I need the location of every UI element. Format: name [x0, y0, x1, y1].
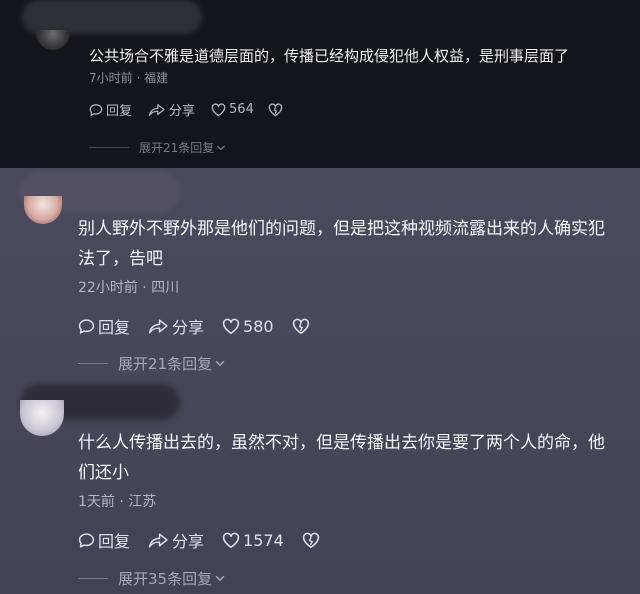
share-label: 分享	[172, 318, 205, 337]
share-button[interactable]: 分享	[148, 314, 204, 338]
comment-meta: 7小时前 · 福建	[89, 71, 169, 85]
reply-label: 回复	[106, 104, 133, 119]
chevron-down-icon	[217, 145, 226, 150]
share-button[interactable]: 分享	[148, 100, 195, 119]
comment-text: 别人野外不野外那是他们的问题，但是把这种视频流露出来的人确实犯法了，告吧	[78, 219, 605, 269]
expand-replies-label: 展开21条回复	[118, 355, 213, 373]
reply-label: 回复	[98, 532, 131, 551]
expand-replies[interactable]: 展开21条回复	[89, 139, 226, 156]
broken-heart-icon	[292, 318, 309, 334]
broken-heart-icon	[268, 102, 283, 116]
share-label: 分享	[169, 104, 196, 119]
broken-heart-icon	[302, 532, 319, 548]
expand-replies[interactable]: 展开21条回复	[78, 353, 226, 374]
reply-bubble-icon	[89, 103, 103, 116]
comment-actions: 回复 分享 580	[78, 314, 310, 338]
share-arrow-icon	[148, 103, 165, 116]
reply-button[interactable]: 回复	[78, 528, 130, 552]
expand-replies-label: 展开21条回复	[139, 141, 215, 155]
reply-label: 回复	[98, 318, 131, 337]
like-button[interactable]: 1574	[222, 531, 284, 550]
share-arrow-icon	[148, 532, 168, 548]
comment-meta: 22小时前 · 四川	[78, 280, 180, 296]
share-button[interactable]: 分享	[148, 528, 204, 552]
divider-dash	[78, 578, 108, 579]
dislike-button[interactable]	[302, 532, 320, 549]
heart-icon	[222, 532, 240, 548]
share-arrow-icon	[148, 318, 168, 334]
heart-icon	[222, 318, 240, 334]
divider-dash	[78, 363, 108, 364]
comment-meta: 1天前 · 江苏	[78, 494, 157, 510]
like-button[interactable]: 564	[211, 102, 254, 117]
expand-replies-label: 展开35条回复	[118, 570, 213, 588]
divider-dash	[89, 147, 129, 148]
comment-text: 什么人传播出去的，虽然不对，但是传播出去你是要了两个人的命，他们还小	[78, 433, 605, 483]
reply-button[interactable]: 回复	[89, 100, 132, 119]
reply-bubble-icon	[78, 318, 95, 334]
like-button[interactable]: 580	[222, 317, 274, 336]
expand-replies[interactable]: 展开35条回复	[78, 568, 226, 589]
reply-bubble-icon	[78, 532, 95, 548]
comment-actions: 回复 分享 1574	[78, 528, 320, 552]
chevron-down-icon	[215, 360, 225, 367]
comment-actions: 回复 分享 564	[89, 100, 283, 119]
like-count: 564	[229, 102, 254, 117]
blurred-username	[22, 0, 202, 34]
reply-button[interactable]: 回复	[78, 314, 130, 338]
share-label: 分享	[172, 532, 205, 551]
chevron-down-icon	[215, 575, 225, 582]
dislike-button[interactable]	[268, 102, 283, 117]
dislike-button[interactable]	[292, 318, 310, 335]
like-count: 580	[243, 316, 274, 336]
heart-icon	[211, 102, 226, 116]
like-count: 1574	[243, 530, 284, 550]
comment-text: 公共场合不雅是道德层面的，传播已经构成侵犯他人权益，是刑事层面了	[89, 47, 570, 65]
